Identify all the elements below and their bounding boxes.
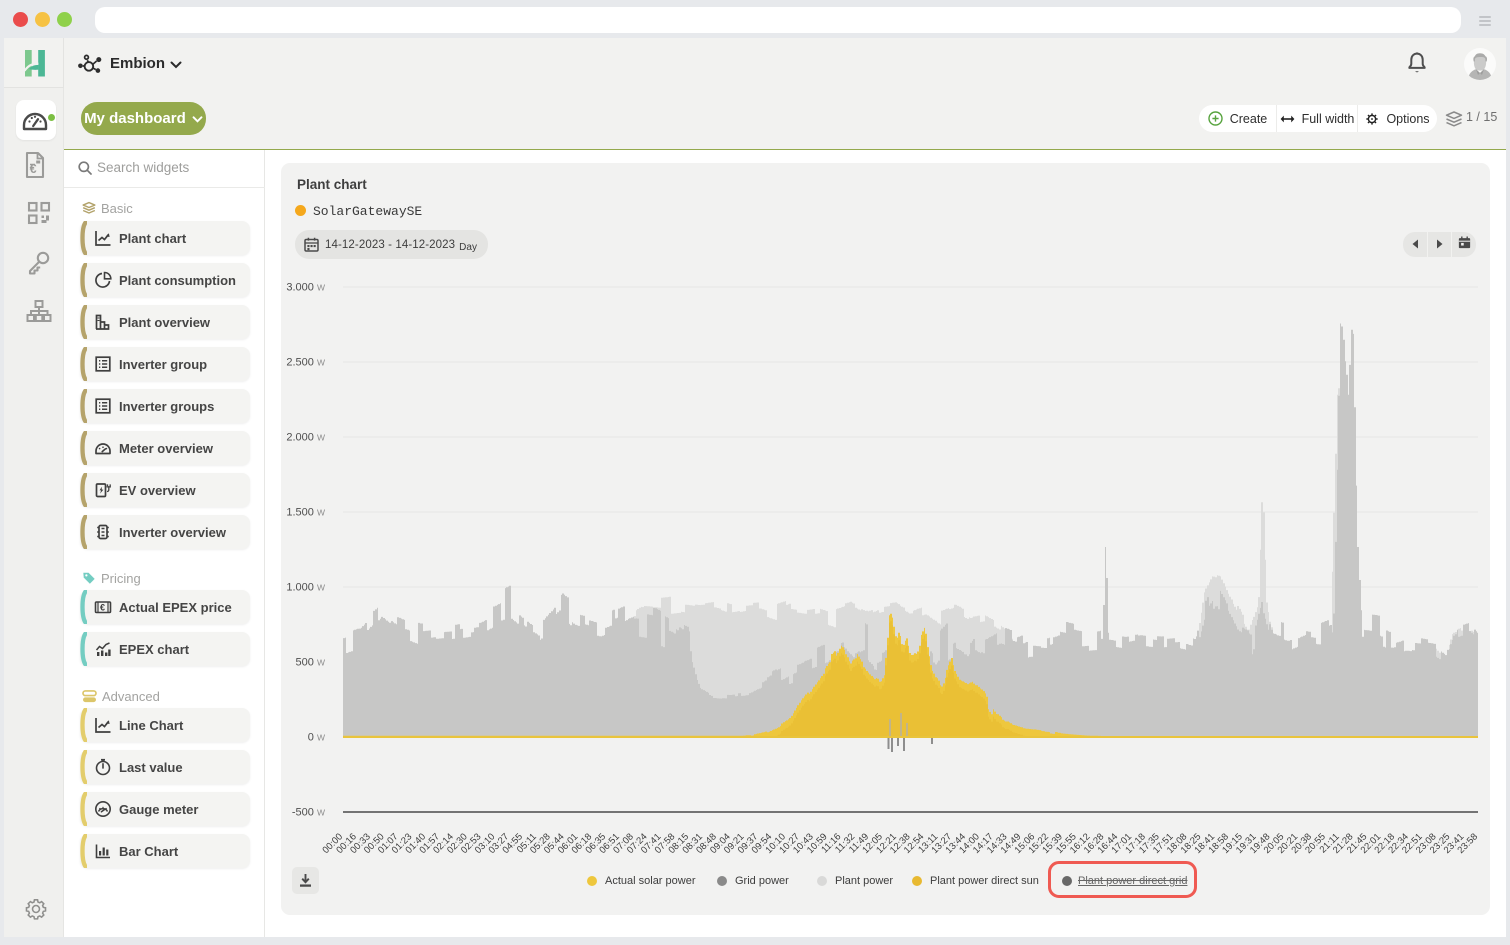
svg-text:0 W: 0 W [308, 732, 325, 744]
svg-text:2.500 W: 2.500 W [286, 357, 325, 369]
svg-text:1.000 W: 1.000 W [286, 582, 325, 594]
svg-text:3.000 W: 3.000 W [286, 282, 325, 294]
svg-text:500 W: 500 W [296, 657, 325, 669]
svg-text:€: € [100, 603, 105, 613]
svg-text:-500 W: -500 W [292, 807, 325, 819]
svg-text:2.000 W: 2.000 W [286, 432, 325, 444]
svg-text:1.500 W: 1.500 W [286, 507, 325, 519]
